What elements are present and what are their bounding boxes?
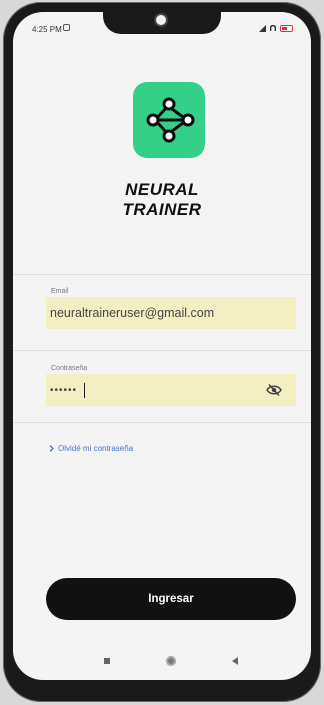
home-icon[interactable] (166, 656, 176, 666)
app-logo (133, 82, 205, 158)
wifi-icon (269, 24, 277, 32)
signal-icon (259, 24, 266, 32)
screen: 4:25 PM NEURAL TRAINER Email neuraltrain… (13, 12, 311, 680)
notification-icon (63, 24, 70, 31)
divider (13, 350, 311, 351)
divider (13, 274, 311, 275)
eye-off-icon[interactable] (266, 383, 282, 397)
status-icons (259, 24, 293, 32)
email-field[interactable] (46, 297, 296, 329)
text-caret (84, 383, 85, 398)
email-input[interactable] (50, 297, 265, 329)
front-camera (156, 15, 166, 25)
phone-frame: 4:25 PM NEURAL TRAINER Email neuraltrain… (3, 2, 321, 702)
notch (103, 12, 221, 34)
navigation-bar (13, 650, 311, 674)
chevron-right-icon (49, 445, 54, 452)
status-time: 4:25 PM (32, 25, 62, 34)
forgot-password-label: Olvidé mi contraseña (58, 444, 134, 453)
password-input[interactable] (50, 374, 265, 406)
login-button[interactable]: Ingresar (46, 578, 296, 620)
password-field[interactable] (46, 374, 296, 406)
status-bar: 4:25 PM (13, 12, 311, 42)
password-label: Contraseña (51, 365, 88, 372)
brand-name-line1: NEURAL (125, 180, 199, 199)
divider (13, 422, 311, 423)
forgot-password-link[interactable]: Olvidé mi contraseña (49, 444, 133, 453)
battery-icon (280, 24, 293, 32)
recent-apps-icon[interactable] (104, 658, 110, 664)
neural-network-icon (146, 97, 195, 143)
back-icon[interactable] (232, 657, 238, 665)
email-label: Email (51, 288, 69, 295)
brand-name-line2: TRAINER (122, 200, 202, 219)
